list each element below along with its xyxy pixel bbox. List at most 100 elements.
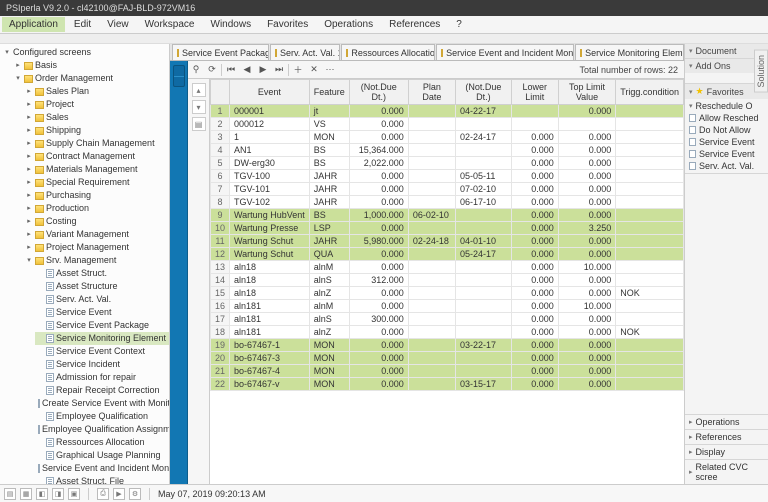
tree-item[interactable]: ▸Special Requirement	[24, 176, 169, 189]
cell-top-limit[interactable]: 0.000	[558, 183, 615, 196]
cell-trigger[interactable]	[616, 313, 684, 326]
table-row[interactable]: 15aln18alnZ0.0000.0000.000NOK	[211, 287, 684, 300]
cell-top-limit[interactable]: 0.000	[558, 105, 615, 118]
column-header[interactable]: Feature	[309, 80, 349, 105]
cell-feature[interactable]: alnS	[309, 313, 349, 326]
cell-trigger[interactable]: NOK	[616, 287, 684, 300]
tree-item[interactable]: ▸Supply Chain Management	[24, 137, 169, 150]
cell-trigger[interactable]	[616, 183, 684, 196]
cell-notdue2[interactable]	[456, 352, 512, 365]
column-header[interactable]: (Not.Due Dt.)	[349, 80, 408, 105]
document-tab[interactable]: Service Event Package 1×	[172, 44, 269, 60]
tree-item[interactable]: Employee Qualification	[35, 410, 169, 423]
table-row[interactable]: 17aln181alnS300.0000.0000.000	[211, 313, 684, 326]
cell-event[interactable]: 000012	[230, 118, 310, 131]
status-icon[interactable]: ▤	[4, 488, 16, 500]
cell-top-limit[interactable]: 0.000	[558, 274, 615, 287]
cell-plan-date[interactable]	[408, 378, 455, 391]
status-gear-icon[interactable]: ⚙	[129, 488, 141, 500]
cell-notdue1[interactable]: 0.000	[349, 131, 408, 144]
cell-trigger[interactable]	[616, 235, 684, 248]
cell-notdue2[interactable]	[456, 274, 512, 287]
cell-plan-date[interactable]	[408, 274, 455, 287]
expand-icon[interactable]: ▸	[25, 88, 33, 96]
tree-item[interactable]: ▸Purchasing	[24, 189, 169, 202]
cell-notdue1[interactable]: 0.000	[349, 118, 408, 131]
cell-event[interactable]: aln18	[230, 274, 310, 287]
tree-item[interactable]: Service Monitoring Element	[35, 332, 169, 345]
status-icon[interactable]: ◧	[36, 488, 48, 500]
table-row[interactable]: 19bo-67467-1MON0.00003-22-170.0000.000	[211, 339, 684, 352]
cell-lower-limit[interactable]: 0.000	[511, 365, 558, 378]
tree-item[interactable]: Service Incident	[35, 358, 169, 371]
table-row[interactable]: 2000012VS0.000	[211, 118, 684, 131]
cell-notdue1[interactable]: 0.000	[349, 287, 408, 300]
cell-plan-date[interactable]	[408, 248, 455, 261]
solution-tab[interactable]: Solution	[754, 50, 768, 93]
menu-operations[interactable]: Operations	[317, 17, 380, 32]
menu-view[interactable]: View	[100, 17, 136, 32]
document-tab[interactable]: Serv. Act. Val. 1×	[270, 44, 340, 60]
cell-plan-date[interactable]	[408, 157, 455, 170]
cell-event[interactable]: 1	[230, 131, 310, 144]
expand-icon[interactable]	[36, 387, 44, 395]
cell-notdue1[interactable]: 312.000	[349, 274, 408, 287]
cell-plan-date[interactable]	[408, 287, 455, 300]
cell-event[interactable]: AN1	[230, 144, 310, 157]
cell-plan-date[interactable]	[408, 339, 455, 352]
cell-top-limit[interactable]: 0.000	[558, 144, 615, 157]
cell-event[interactable]: aln181	[230, 313, 310, 326]
menu-favorites[interactable]: Favorites	[260, 17, 315, 32]
tree-srv-management[interactable]: ▾Srv. Management	[24, 254, 169, 267]
menu-application[interactable]: Application	[2, 17, 65, 32]
tree-item[interactable]: ▸Contract Management	[24, 150, 169, 163]
cell-feature[interactable]: LSP	[309, 222, 349, 235]
column-header[interactable]: (Not.Due Dt.)	[456, 80, 512, 105]
cell-trigger[interactable]	[616, 170, 684, 183]
column-header[interactable]: Event	[230, 80, 310, 105]
toolbar-more-icon[interactable]: ⋯	[322, 63, 338, 77]
tree-item[interactable]: ▸Production	[24, 202, 169, 215]
tree-item[interactable]: Service Event Context	[35, 345, 169, 358]
expand-icon[interactable]	[36, 283, 44, 291]
cell-event[interactable]: TGV-101	[230, 183, 310, 196]
table-row[interactable]: 16aln181alnM0.0000.00010.000	[211, 300, 684, 313]
expand-icon[interactable]: ▸	[25, 153, 33, 161]
cell-trigger[interactable]	[616, 274, 684, 287]
expand-icon[interactable]: ▸	[25, 140, 33, 148]
cell-notdue2[interactable]	[456, 300, 512, 313]
cell-lower-limit[interactable]: 0.000	[511, 183, 558, 196]
tree-basis[interactable]: ▸ Basis	[13, 59, 169, 72]
cell-lower-limit[interactable]: 0.000	[511, 209, 558, 222]
cell-lower-limit[interactable]: 0.000	[511, 352, 558, 365]
cell-top-limit[interactable]	[558, 118, 615, 131]
toolbar-nav-next-icon[interactable]: ▶	[255, 63, 271, 77]
cell-notdue1[interactable]: 0.000	[349, 222, 408, 235]
tree-item[interactable]: Service Event	[35, 306, 169, 319]
expand-icon[interactable]	[36, 335, 44, 343]
cell-plan-date[interactable]	[408, 183, 455, 196]
cell-trigger[interactable]	[616, 248, 684, 261]
expand-icon[interactable]	[36, 309, 44, 317]
expand-icon[interactable]: ▸	[25, 192, 33, 200]
cell-feature[interactable]: alnS	[309, 274, 349, 287]
expand-icon[interactable]: ▸	[25, 166, 33, 174]
cell-notdue1[interactable]: 0.000	[349, 170, 408, 183]
favorites-item[interactable]: Do Not Allow	[689, 125, 764, 135]
cell-lower-limit[interactable]	[511, 118, 558, 131]
cell-lower-limit[interactable]: 0.000	[511, 235, 558, 248]
table-row[interactable]: 21bo-67467-4MON0.0000.0000.000	[211, 365, 684, 378]
cell-notdue1[interactable]: 0.000	[349, 365, 408, 378]
cell-notdue1[interactable]: 0.000	[349, 248, 408, 261]
nav-filter-icon[interactable]: ▤	[192, 117, 206, 131]
table-row[interactable]: 12Wartung SchutQUA0.00005-24-170.0000.00…	[211, 248, 684, 261]
tree-item[interactable]: Graphical Usage Planning	[35, 449, 169, 462]
cell-trigger[interactable]	[616, 352, 684, 365]
cell-feature[interactable]: JAHR	[309, 235, 349, 248]
cell-notdue2[interactable]: 05-05-11	[456, 170, 512, 183]
tree-item[interactable]: Repair Receipt Correction	[35, 384, 169, 397]
toolbar-filter-icon[interactable]: ⚲	[188, 63, 204, 77]
cell-top-limit[interactable]: 0.000	[558, 131, 615, 144]
cell-event[interactable]: bo-67467-v	[230, 378, 310, 391]
cell-trigger[interactable]	[616, 300, 684, 313]
